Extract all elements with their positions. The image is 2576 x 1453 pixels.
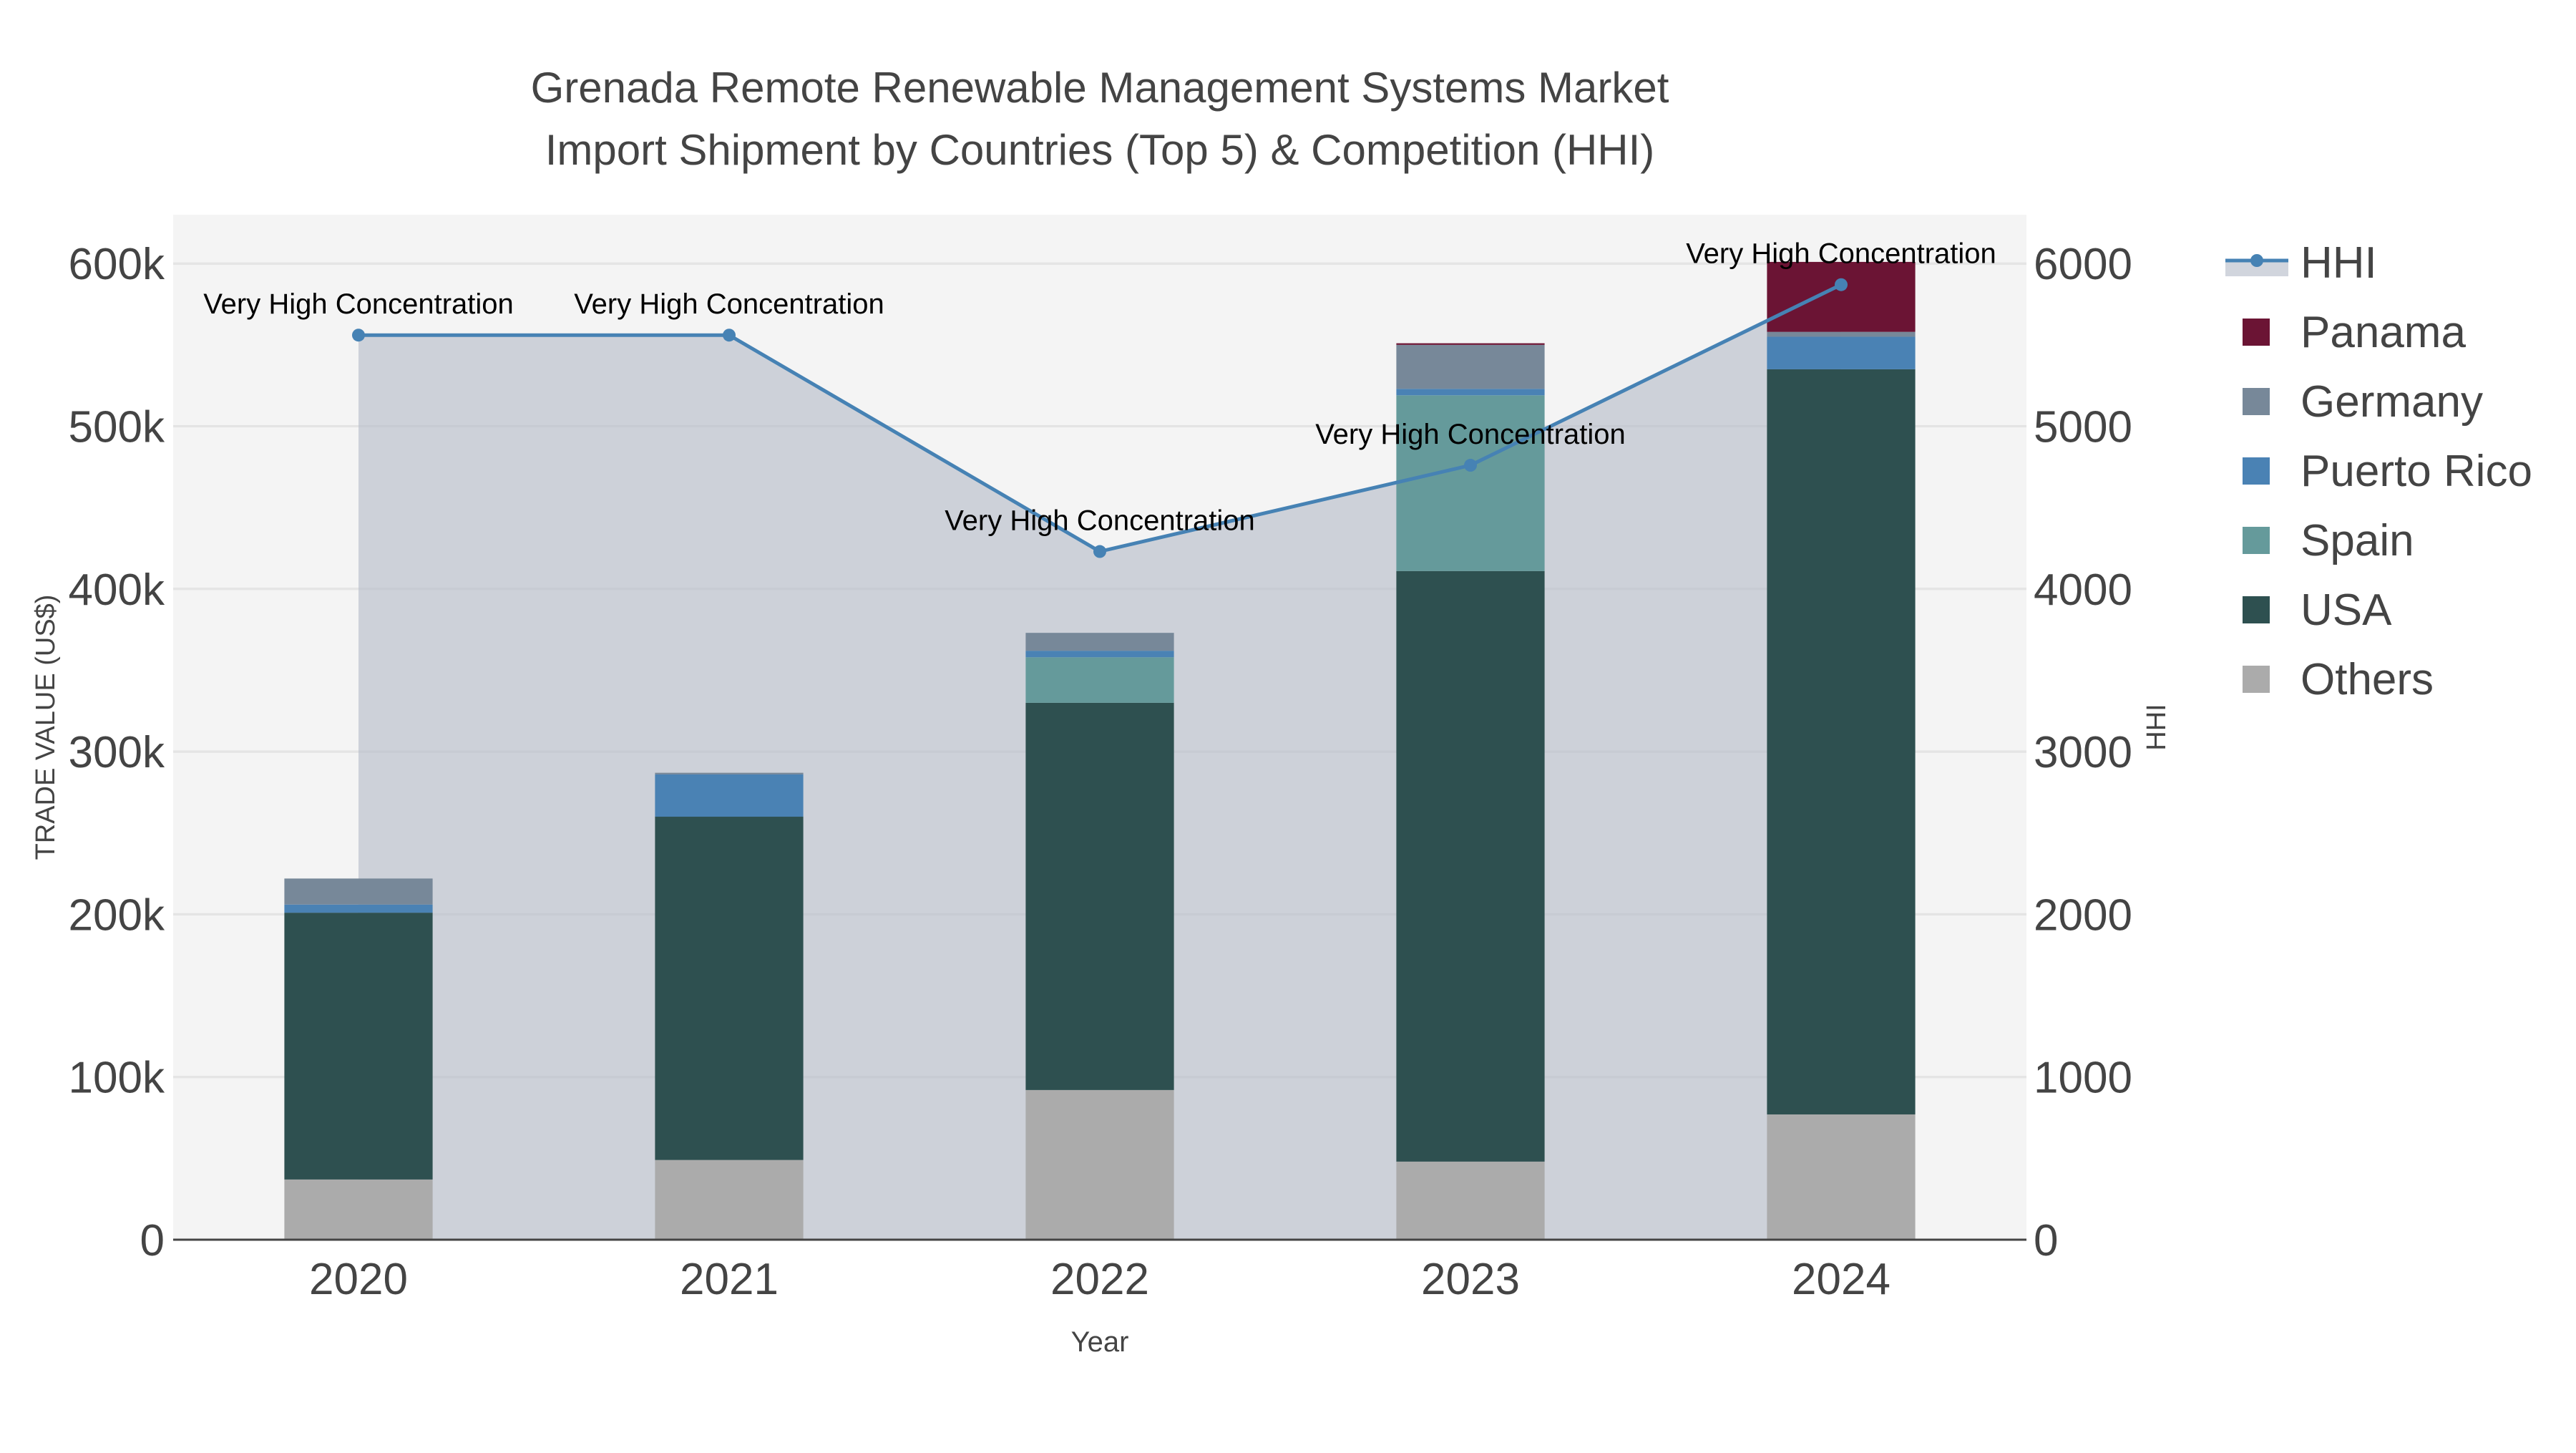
bar-usa-2023 — [1396, 570, 1545, 1162]
x-tick-label: 2022 — [1050, 1255, 1149, 1304]
hhi-annotation-2024: Very High Concentration — [1686, 238, 1996, 270]
bar-puerto-rico-2024 — [1767, 336, 1916, 369]
bar-others-2023 — [1396, 1161, 1545, 1240]
y2-tick-label: 1000 — [2034, 1054, 2132, 1103]
y-tick-label: 300k — [69, 728, 165, 777]
legend-label-panama: Panama — [2301, 308, 2466, 357]
y-tick-label: 400k — [69, 565, 165, 615]
legend-label-spain: Spain — [2301, 516, 2414, 565]
y2-tick-label: 0 — [2034, 1216, 2058, 1265]
bar-usa-2024 — [1767, 369, 1916, 1114]
bar-puerto-rico-2022 — [1025, 651, 1174, 658]
bar-puerto-rico-2023 — [1396, 389, 1545, 396]
legend-swatch-usa — [2243, 596, 2270, 623]
x-tick-label: 2023 — [1421, 1255, 1520, 1304]
y2-tick-label: 3000 — [2034, 728, 2132, 777]
legend-label-usa: USA — [2301, 585, 2392, 635]
y-tick-label: 0 — [140, 1216, 165, 1265]
bar-germany-2021 — [655, 772, 804, 774]
legend-label-puerto-rico: Puerto Rico — [2301, 447, 2532, 496]
bar-germany-2024 — [1767, 331, 1916, 337]
y2-tick-label: 4000 — [2034, 565, 2132, 615]
legend-label-germany: Germany — [2301, 377, 2483, 427]
bar-others-2022 — [1025, 1089, 1174, 1240]
y2-tick-label: 2000 — [2034, 890, 2132, 940]
chart-title-line-1: Grenada Remote Renewable Management Syst… — [531, 64, 1669, 112]
legend-swatch-hhi-marker — [2250, 254, 2263, 267]
hhi-marker-2024 — [1835, 278, 1848, 291]
y-axis-title: TRADE VALUE (US$) — [31, 595, 61, 860]
x-tick-label: 2021 — [680, 1255, 779, 1304]
y-tick-label: 500k — [69, 402, 165, 452]
chart-title-line-2: Import Shipment by Countries (Top 5) & C… — [545, 126, 1655, 174]
legend-swatch-puerto-rico — [2243, 457, 2270, 485]
x-axis-title: Year — [1071, 1326, 1129, 1358]
bar-germany-2022 — [1025, 633, 1174, 651]
hhi-annotation-2020: Very High Concentration — [203, 288, 514, 320]
y2-tick-label: 5000 — [2034, 402, 2132, 452]
legend-swatch-spain — [2243, 527, 2270, 554]
y-tick-label: 100k — [69, 1054, 165, 1103]
bar-others-2021 — [655, 1160, 804, 1240]
hhi-annotation-2021: Very High Concentration — [574, 288, 884, 320]
hhi-annotation-2022: Very High Concentration — [945, 505, 1255, 537]
chart-svg: Very High Concentration Very High Concent… — [0, 0, 2576, 1449]
hhi-marker-2020 — [352, 329, 365, 342]
bar-germany-2023 — [1396, 344, 1545, 389]
legend-swatch-germany — [2243, 388, 2270, 415]
hhi-marker-2022 — [1093, 545, 1106, 558]
hhi-marker-2023 — [1464, 459, 1477, 472]
bar-puerto-rico-2021 — [655, 774, 804, 817]
hhi-marker-2021 — [723, 329, 736, 342]
y2-axis-title: HHI — [2142, 704, 2172, 750]
bar-usa-2020 — [284, 913, 433, 1180]
bar-spain-2022 — [1025, 657, 1174, 703]
bar-others-2020 — [284, 1179, 433, 1240]
legend-swatch-others — [2243, 666, 2270, 693]
legend-swatch-panama — [2243, 319, 2270, 346]
bar-germany-2020 — [284, 878, 433, 905]
x-tick-label: 2020 — [309, 1255, 408, 1304]
legend-label-others: Others — [2301, 655, 2434, 704]
bar-panama-2024 — [1767, 261, 1916, 332]
bar-puerto-rico-2020 — [284, 904, 433, 913]
hhi-annotation-2023: Very High Concentration — [1315, 419, 1626, 450]
chart: Very High Concentration Very High Concent… — [0, 0, 2576, 1449]
bar-usa-2021 — [655, 817, 804, 1160]
legend-label-hhi: HHI — [2301, 238, 2377, 288]
x-tick-label: 2024 — [1792, 1255, 1890, 1304]
y-tick-label: 600k — [69, 240, 165, 289]
bar-others-2024 — [1767, 1114, 1916, 1240]
bar-usa-2022 — [1025, 702, 1174, 1090]
y2-tick-label: 6000 — [2034, 240, 2132, 289]
bar-panama-2023 — [1396, 343, 1545, 345]
y-tick-label: 200k — [69, 890, 165, 940]
